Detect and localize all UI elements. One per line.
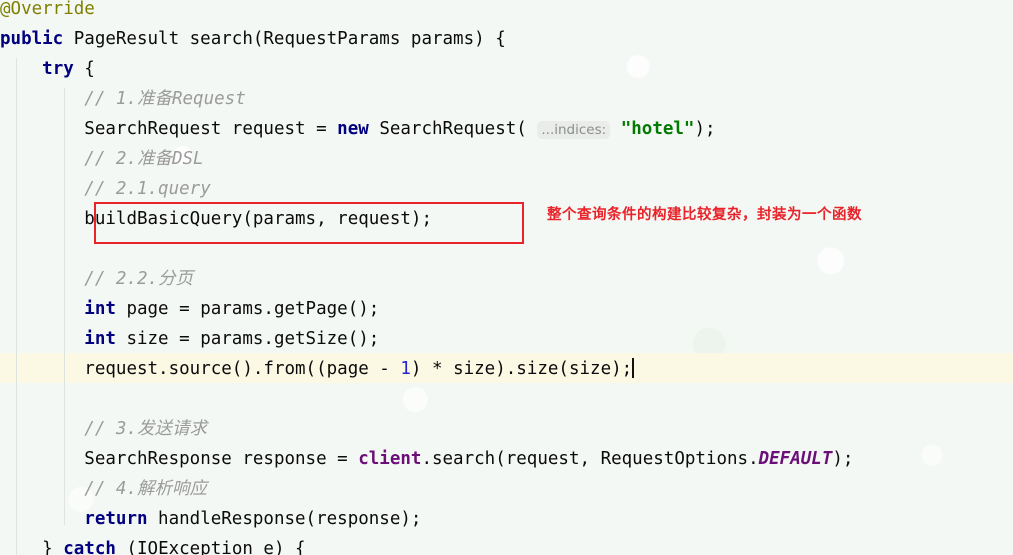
code-token: SearchRequest( — [368, 119, 538, 139]
text-caret — [632, 358, 635, 378]
code-token: page = params.getPage(); — [115, 299, 380, 319]
code-token: PageResult search(RequestParams params) … — [63, 29, 506, 49]
code-token: // 2.准备DSL — [84, 149, 204, 169]
code-token: int — [84, 329, 116, 349]
code-token: request.source().from((page - — [84, 359, 401, 379]
code-token: SearchRequest request = — [84, 119, 338, 139]
code-token: // 4.解析响应 — [84, 479, 207, 499]
code-token: try — [42, 59, 74, 79]
code-token: return — [84, 509, 148, 529]
code-token: 1 — [400, 359, 411, 379]
code-line[interactable]: request.source().from((page - 1) * size)… — [0, 354, 1013, 384]
code-editor-canvas[interactable]: @Override public PageResult search(Reques… — [0, 0, 1013, 555]
code-token: { — [73, 59, 95, 79]
code-token: @Override — [0, 0, 95, 19]
code-token: ); — [694, 119, 716, 139]
code-line[interactable]: // 1.准备Request — [0, 84, 1013, 114]
code-line[interactable]: int page = params.getPage(); — [0, 294, 1013, 324]
code-line[interactable]: @Override — [0, 0, 1013, 24]
code-token: // 2.1.query — [84, 179, 211, 199]
code-token: ) * size).size(size); — [410, 359, 633, 379]
code-line[interactable]: // 4.解析响应 — [0, 474, 1013, 504]
code-line[interactable] — [0, 384, 1013, 414]
inlay-parameter-hint: ...indices: — [537, 121, 611, 139]
code-line[interactable]: // 2.1.query — [0, 174, 1013, 204]
code-line[interactable]: } catch (IOException e) { — [0, 534, 1013, 555]
code-line[interactable]: // 2.准备DSL — [0, 144, 1013, 174]
code-line[interactable]: try { — [0, 54, 1013, 84]
code-line[interactable]: SearchRequest request = new SearchReques… — [0, 114, 1013, 144]
code-token: (IOException e) { — [115, 539, 306, 555]
code-line[interactable]: return handleResponse(response); — [0, 504, 1013, 534]
code-token: handleResponse(response); — [147, 509, 422, 529]
code-token: public — [0, 29, 64, 49]
code-line[interactable]: // 3.发送请求 — [0, 414, 1013, 444]
code-token: DEFAULT — [758, 449, 833, 469]
code-line[interactable]: SearchResponse response = client.search(… — [0, 444, 1013, 474]
annotation-highlight-box — [94, 202, 524, 244]
code-line[interactable]: int size = params.getSize(); — [0, 324, 1013, 354]
annotation-note-text: 整个查询条件的构建比较复杂，封装为一个函数 — [547, 207, 862, 223]
code-token: "hotel" — [620, 119, 695, 139]
code-token: // 3.发送请求 — [84, 419, 207, 439]
code-line[interactable]: public PageResult search(RequestParams p… — [0, 24, 1013, 54]
code-token: // 2.2.分页 — [84, 269, 194, 289]
code-line[interactable]: // 2.2.分页 — [0, 264, 1013, 294]
code-token: size = params.getSize(); — [115, 329, 380, 349]
code-token: new — [337, 119, 369, 139]
code-token: .search(request, RequestOptions. — [421, 449, 759, 469]
code-token: client — [358, 449, 422, 469]
code-token: catch — [63, 539, 116, 555]
code-token: ); — [832, 449, 854, 469]
code-token: SearchResponse response = — [84, 449, 359, 469]
code-token: // 1.准备Request — [84, 89, 246, 109]
code-token: int — [84, 299, 116, 319]
code-token: } — [42, 539, 64, 555]
